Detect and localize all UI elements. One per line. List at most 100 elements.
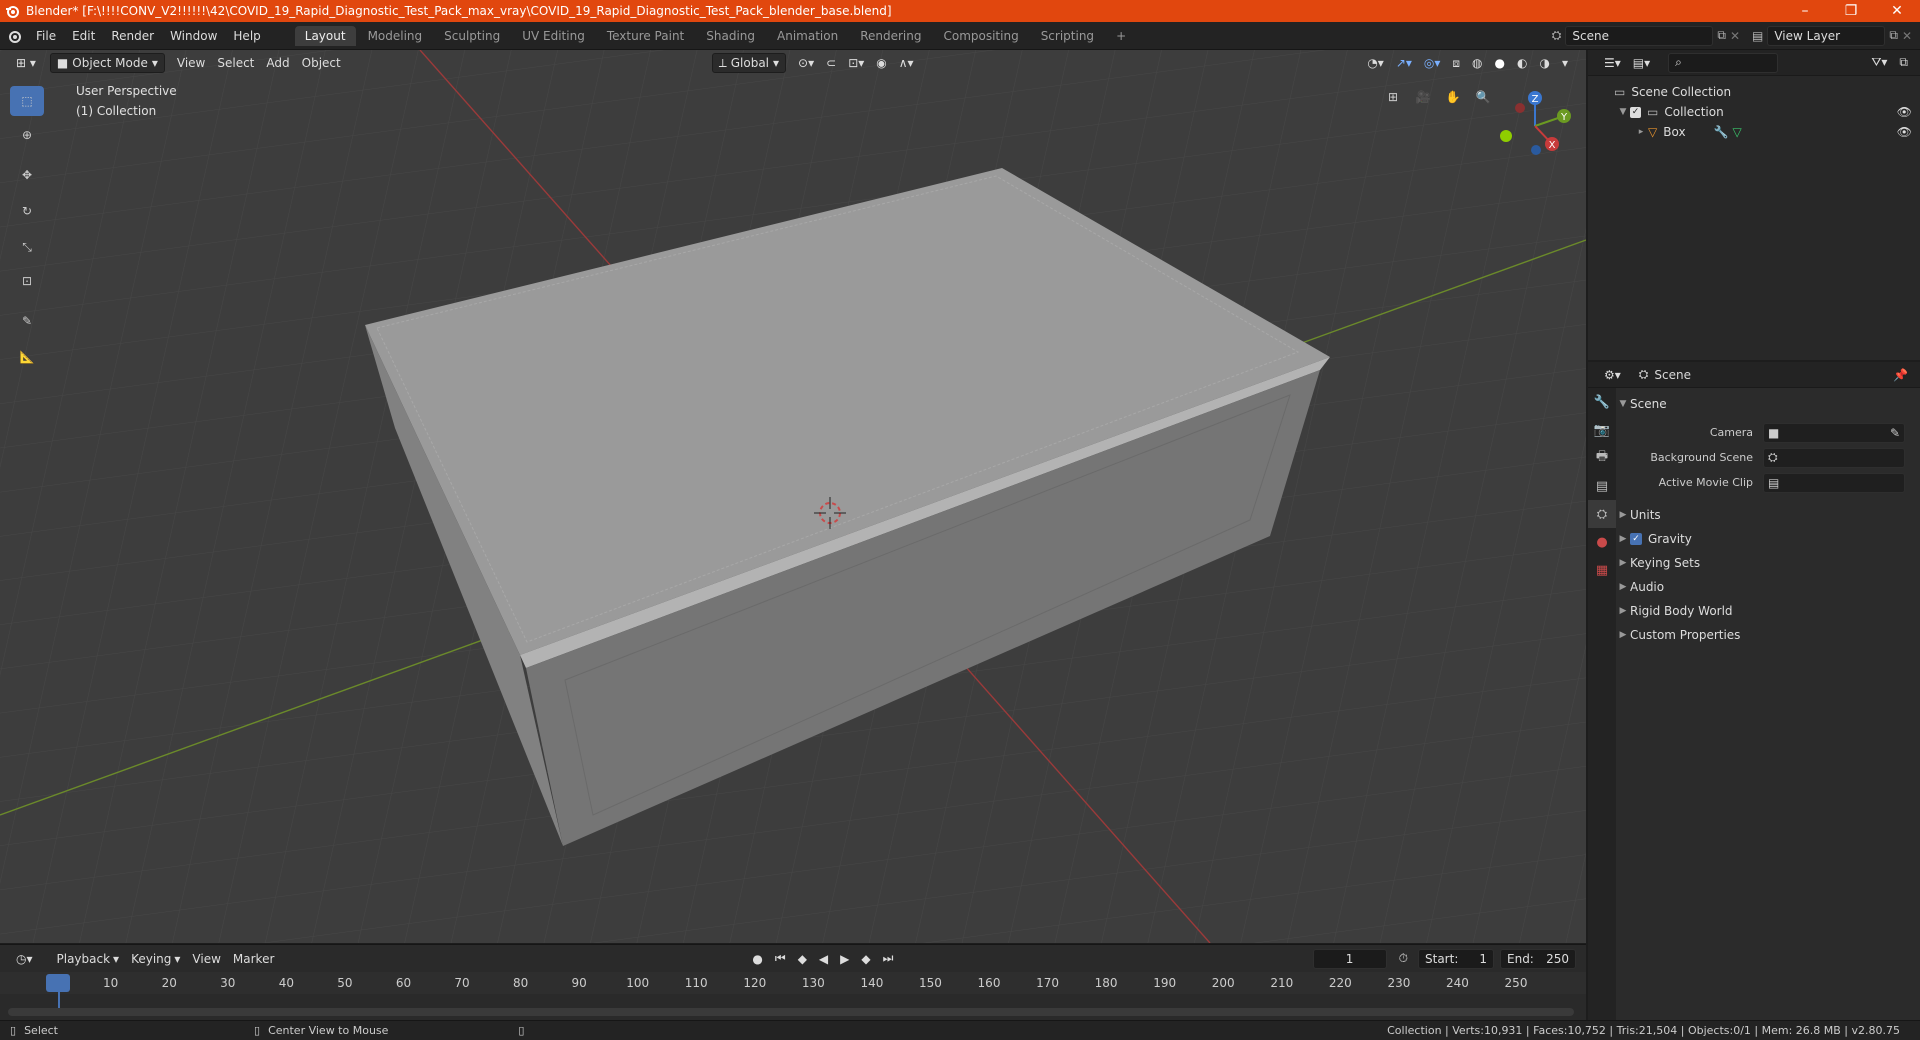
tab-modeling[interactable]: Modeling (358, 26, 433, 46)
delete-scene-icon[interactable]: ✕ (1730, 29, 1740, 43)
select-box-tool-icon[interactable]: ⬚ (10, 86, 44, 116)
measure-tool-icon[interactable]: 📐 (10, 342, 44, 372)
tab-texture-paint[interactable]: Texture Paint (597, 26, 694, 46)
outliner-item-scene-collection[interactable]: ▭ Scene Collection (1588, 82, 1920, 102)
jump-keyframe-forward-icon[interactable]: ◆ (855, 950, 876, 968)
editor-type-icon[interactable]: ⊞ ▾ (10, 54, 42, 72)
tab-uv-editing[interactable]: UV Editing (512, 26, 595, 46)
navigation-gizmo[interactable]: Z Y X (1490, 86, 1580, 166)
toggle-camera-grid-icon[interactable]: ⊞ (1380, 84, 1406, 110)
eyedropper-icon[interactable]: ✎ (1890, 426, 1900, 440)
display-mode-icon[interactable]: ▤▾ (1627, 54, 1656, 72)
3d-viewport[interactable] (0, 50, 1586, 943)
scale-tool-icon[interactable]: ⤡ (10, 232, 44, 262)
outliner-search-input[interactable]: ⌕ (1668, 52, 1779, 73)
panel-scene-header[interactable]: ▼ Scene (1616, 392, 1920, 416)
gravity-checkbox[interactable]: ✓ (1630, 533, 1642, 545)
camera-view-icon[interactable]: 🎥 (1410, 84, 1436, 110)
tab-layout[interactable]: Layout (294, 25, 356, 46)
tab-animation[interactable]: Animation (767, 26, 848, 46)
current-frame-field[interactable]: 1 (1312, 948, 1387, 969)
menu-keying[interactable]: Keying ▾ (125, 950, 186, 968)
play-reverse-icon[interactable]: ◀ (813, 950, 834, 968)
filter-icon[interactable]: ⛛▾ (1865, 53, 1893, 72)
view-layer-field[interactable]: View Layer (1767, 25, 1886, 46)
menu-timeline-view[interactable]: View (186, 950, 226, 968)
annotate-tool-icon[interactable]: ✎ (10, 306, 44, 336)
collection-checkbox[interactable]: ✓ (1630, 106, 1641, 118)
playhead-marker[interactable] (46, 974, 70, 992)
gizmo-toggle-icon[interactable]: ↗▾ (1390, 54, 1418, 72)
start-frame-field[interactable]: Start: 1 (1418, 948, 1494, 969)
world-tab-icon[interactable]: ● (1588, 528, 1616, 556)
pin-icon[interactable]: 📌 (1887, 366, 1914, 384)
timeline-area[interactable]: 1102030405060708090100110120130140150160… (0, 972, 1586, 1020)
menu-view[interactable]: View (171, 54, 211, 72)
shading-wireframe-icon[interactable]: ◍ (1466, 54, 1488, 72)
panel-units[interactable]: ▶ Units (1616, 503, 1920, 527)
pan-hand-icon[interactable]: ✋ (1440, 84, 1466, 110)
shading-solid-icon[interactable]: ● (1489, 54, 1511, 72)
frame-ruler[interactable]: 1102030405060708090100110120130140150160… (0, 972, 1586, 994)
output-tab-icon[interactable]: 🖶 (1588, 444, 1616, 472)
menu-file[interactable]: File (28, 29, 64, 43)
snap-target-icon[interactable]: ⊡▾ (842, 54, 870, 72)
tab-scripting[interactable]: Scripting (1031, 26, 1104, 46)
gizmo-neg-z-axis[interactable] (1531, 145, 1541, 155)
scene-selector-icon[interactable]: ⛭ (1552, 28, 1562, 43)
add-workspace-button[interactable]: + (1106, 26, 1136, 46)
close-button[interactable]: ✕ (1874, 0, 1920, 22)
shading-options-icon[interactable]: ▾ (1556, 54, 1574, 72)
active-movie-clip-field[interactable]: ▤ (1763, 472, 1905, 493)
panel-keying-sets[interactable]: ▶ Keying Sets (1616, 551, 1920, 575)
menu-add[interactable]: Add (260, 54, 295, 72)
preview-range-icon[interactable]: ⏱ (1393, 949, 1414, 968)
panel-custom-properties[interactable]: ▶ Custom Properties (1616, 623, 1920, 647)
texture-tab-icon[interactable]: ▦ (1588, 556, 1616, 584)
delete-view-layer-icon[interactable]: ✕ (1902, 29, 1912, 43)
menu-playback[interactable]: Playback ▾ (51, 950, 126, 968)
outliner-item-box[interactable]: ▸ ▽ Box 🔧 ▽ 👁 (1588, 122, 1920, 142)
visibility-selector-icon[interactable]: ◔▾ (1361, 54, 1390, 72)
tool-tab-icon[interactable]: 🔧 (1588, 388, 1616, 416)
falloff-icon[interactable]: ∧▾ (893, 54, 920, 72)
cursor-tool-icon[interactable]: ⊕ (10, 120, 44, 150)
minimize-button[interactable]: – (1782, 0, 1828, 22)
end-frame-field[interactable]: End: 250 (1500, 948, 1576, 969)
tab-sculpting[interactable]: Sculpting (434, 26, 510, 46)
mesh-data-icon[interactable]: ▽ (1733, 125, 1742, 139)
menu-select[interactable]: Select (211, 54, 260, 72)
mode-selector[interactable]: ■ Object Mode ▾ (49, 53, 165, 73)
outliner-editor-type-icon[interactable]: ☰▾ (1598, 54, 1627, 72)
modifier-wrench-icon[interactable]: 🔧 (1714, 125, 1729, 139)
scene-field[interactable]: Scene (1565, 25, 1714, 46)
expand-triangle-icon[interactable]: ▸ (1634, 127, 1648, 137)
move-tool-icon[interactable]: ✥ (10, 160, 44, 190)
tab-compositing[interactable]: Compositing (933, 26, 1028, 46)
shading-rendered-icon[interactable]: ◑ (1533, 54, 1555, 72)
snap-icon[interactable]: ⊂ (820, 54, 842, 72)
menu-help[interactable]: Help (225, 29, 268, 43)
gizmo-neg-x-axis[interactable] (1515, 103, 1525, 113)
transform-orientation-selector[interactable]: ⟂ Global ▾ (711, 53, 787, 73)
scene-tab-icon[interactable]: ⛭ (1588, 500, 1616, 528)
view-layer-icon[interactable]: ▤ (1752, 29, 1763, 43)
maximize-button[interactable]: ❐ (1828, 0, 1874, 22)
menu-render[interactable]: Render (103, 29, 162, 43)
jump-end-icon[interactable]: ⏭ (877, 949, 900, 968)
outliner-item-collection[interactable]: ▼ ✓ ▭ Collection 👁 (1588, 102, 1920, 122)
tab-shading[interactable]: Shading (696, 26, 765, 46)
camera-field[interactable]: ■ ✎ (1763, 422, 1905, 443)
overlay-toggle-icon[interactable]: ◎▾ (1418, 54, 1447, 72)
menu-window[interactable]: Window (162, 29, 225, 43)
shading-material-icon[interactable]: ◐ (1511, 54, 1533, 72)
menu-edit[interactable]: Edit (64, 29, 103, 43)
timeline-scrollbar[interactable] (8, 1008, 1574, 1016)
properties-editor-type-icon[interactable]: ⚙▾ (1598, 366, 1627, 384)
tab-rendering[interactable]: Rendering (850, 26, 931, 46)
panel-gravity[interactable]: ▶ ✓ Gravity (1616, 527, 1920, 551)
record-icon[interactable]: ● (746, 950, 768, 968)
expand-triangle-icon[interactable]: ▼ (1616, 107, 1630, 117)
menu-object[interactable]: Object (296, 54, 347, 72)
xray-toggle-icon[interactable]: ⧈ (1446, 54, 1466, 73)
